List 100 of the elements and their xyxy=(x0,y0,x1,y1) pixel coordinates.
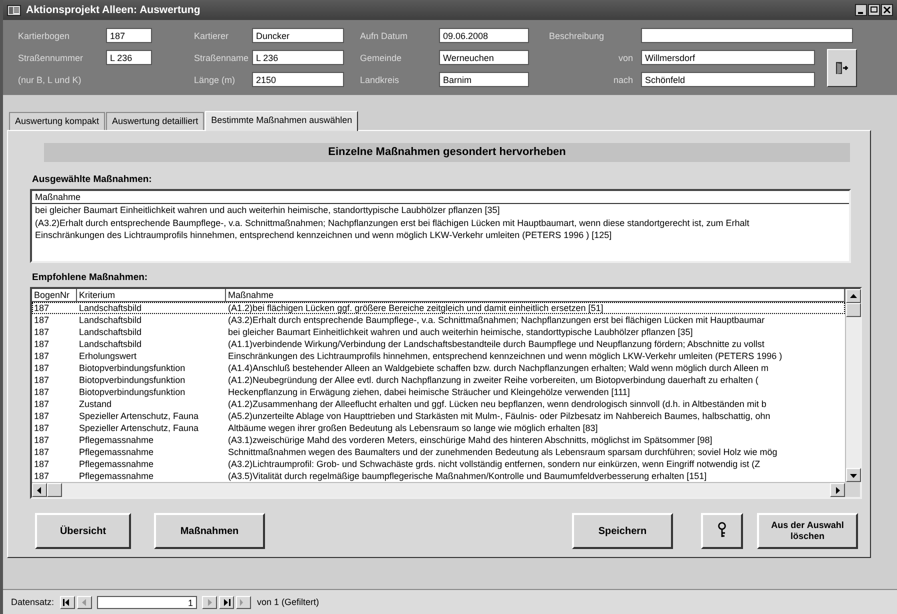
tab[interactable]: Bestimmte Maßnahmen auswählen xyxy=(205,111,358,131)
help-button[interactable] xyxy=(701,513,743,549)
table-row[interactable]: 187 Landschaftsbild (A1.1)verbindende Wirkung/Verbindung der Landschaftsbestandteile durch Baumpflege und Neupflanzung fördern; Abschnitte zu vollst xyxy=(32,338,845,350)
action-button[interactable]: Speichern xyxy=(572,513,673,549)
table-cell-text: 187 xyxy=(33,338,50,350)
table-row[interactable]: 187 Landschaftsbild bei gleicher Baumart Einheitlichkeit wahren und auch weiterhin heimische, standorttypische Laubhölzer pflanzen [35] xyxy=(32,326,845,338)
table-cell-text: (A3.5)Vitalität durch regelmäßige baumpflegerische Maßnahmen/Kontrolle und Baumumfeldverbesserung erhalten [151] xyxy=(227,470,708,482)
table-cell-text: (A5.2)unzerteilte Ablage von Haupttrieben und Starkästen mit Mulm-, Fäulnis- oder Pilzbesatz im Nahbereich Baumes, halbschattig, ohn xyxy=(227,410,772,422)
record-label: Datensatz: xyxy=(11,597,54,607)
field-hint: (nur B, L und K) xyxy=(18,74,82,84)
scroll-up-button[interactable] xyxy=(846,289,861,303)
text-field[interactable]: L 236 xyxy=(106,50,152,65)
table-cell-text: 187 xyxy=(33,470,50,482)
list-item[interactable]: bei gleicher Baumart Einheitlichkeit wahren und auch weiterhin heimische, standorttypische Laubhölzer pflanzen [35] xyxy=(32,204,849,216)
last-record-button[interactable] xyxy=(219,596,234,608)
column-header[interactable]: Maßnahme xyxy=(226,289,845,302)
table-row[interactable]: 187 Landschaftsbild (A1.2)bei flächigen Lücken ggf. größere Bereiche zeitgleich und damit einheitlich ersetzen [51] xyxy=(32,302,845,314)
table-cell-text: (A3.2)Lichtraumprofil: Grob- und Schwachäste grds. nicht vollständig entfernen, sondern nur einkürzen, wenn Eingriff notwendig ist (Z xyxy=(227,458,762,470)
text-field[interactable]: 2150 xyxy=(252,72,344,87)
table-row[interactable]: 187 Pflegemassnahme (A3.2)Lichtraumprofil: Grob- und Schwachäste grds. nicht vollständig entfernen, sondern nur einkürzen, wenn Eingriff notwendig ist (Z xyxy=(32,458,845,470)
close-icon xyxy=(881,4,893,16)
table-row[interactable]: 187 Spezieller Artenschutz, Fauna (A5.2)unzerteilte Ablage von Haupttrieben und Starkästen mit Mulm-, Fäulnis- oder Pilzbesatz im Nahbereich Baumes, halbschattig, ohn xyxy=(32,410,845,422)
scroll-right-button[interactable] xyxy=(830,483,845,497)
text-field[interactable] xyxy=(641,28,853,43)
table-cell-text: Biotopverbindungsfunktion xyxy=(78,374,186,386)
table-row[interactable]: 187 Biotopverbindungsfunktion Heckenpflanzung in Erwägung ziehen, dabei heimische Sträucher und Kleingehölze verwenden [111] xyxy=(32,386,845,398)
page-heading: Einzelne Maßnahmen gesondert hervorheben xyxy=(44,143,850,162)
list-box[interactable] xyxy=(30,189,851,263)
column-header: Maßnahme xyxy=(32,191,849,204)
table-cell-text: Zustand xyxy=(78,398,113,410)
table-cell-text: Einschränkungen des Lichtraumprofils hinnehmen, entsprechend kennzeichnen und wenn möglich LKW-Verkehr umleiten (PETERS 1996 ) xyxy=(227,350,784,362)
previous-record-button[interactable] xyxy=(77,596,92,608)
table-cell-text: Spezieller Artenschutz, Fauna xyxy=(78,422,200,434)
table-cell-text: Erholungswert xyxy=(78,350,138,362)
horizontal-scrollbar[interactable] xyxy=(32,482,845,497)
table-cell-text: Biotopverbindungsfunktion xyxy=(78,386,186,398)
scroll-left-button[interactable] xyxy=(32,483,47,497)
table-row[interactable]: 187 Spezieller Artenschutz, Fauna Altbäume wegen ihrer großen Bedeutung als Lebensraum so lange wie möglich erhalten [83] xyxy=(32,422,845,434)
scrollbar-corner xyxy=(845,482,860,497)
text-field[interactable]: Duncker xyxy=(252,28,344,43)
table-cell-text: 187 xyxy=(33,434,50,446)
table-row[interactable]: 187 Pflegemassnahme (A3.1)zweischürige Mahd des vorderen Meters, einschürige Mahd des hinteren Abschnitts, möglichst im Spätsommer [98] xyxy=(32,434,845,446)
field-label: Straßenname xyxy=(194,52,250,62)
arrow-icon xyxy=(834,486,841,494)
list-item[interactable]: (A3.2)Erhalt durch entsprechende Baumpflege-, v.a. Schnittmaßnahmen; Nachpflanzungen erst bei flächigen Lücken mit Hauptbaumart, wenn diese standortgerecht ist, zum Erhalt xyxy=(32,216,849,229)
table-cell-text: 187 xyxy=(33,302,50,314)
exit-button[interactable] xyxy=(827,49,857,87)
tab[interactable]: Auswertung detailliert xyxy=(106,112,204,130)
arrow-icon xyxy=(850,292,857,300)
table-cell-text: Biotopverbindungsfunktion xyxy=(78,362,186,374)
scroll-down-button[interactable] xyxy=(846,468,861,482)
table-cell-text: (A1.1)verbindende Wirkung/Verbindung der Landschaftsbestandteile durch Baumpflege und Neupflanzung fördern; Abschnitte zu vollst xyxy=(227,338,766,350)
table-cell-text: Landschaftsbild xyxy=(78,314,143,326)
minimize-icon xyxy=(855,4,867,16)
field-label: nach xyxy=(612,74,634,84)
table-cell-text: (A1.2)bei flächigen Lücken ggf. größere Bereiche zeitgleich und damit einheitlich ersetzen [51] xyxy=(227,302,604,314)
record-count: von 1 (Gefiltert) xyxy=(257,597,320,607)
new-record-button[interactable] xyxy=(236,596,252,608)
text-field[interactable]: Willmersdorf xyxy=(641,50,815,65)
text-field[interactable]: Werneuchen xyxy=(439,50,529,65)
list-item[interactable]: Einschränkungen des Lichtraumprofils hinnehmen, entsprechend kennzeichnen und wenn möglich LKW-Verkehr umleiten (PETERS 1996 ) [125] xyxy=(32,229,849,242)
key-icon xyxy=(717,522,727,538)
text-field[interactable]: Schönfeld xyxy=(641,72,815,87)
text-field[interactable]: 187 xyxy=(106,28,152,43)
scroll-thumb[interactable] xyxy=(47,483,62,497)
action-button[interactable]: Übersicht xyxy=(35,513,131,549)
action-button[interactable]: Aus der Auswahl löschen xyxy=(757,513,858,549)
column-header[interactable]: BogenNr xyxy=(32,289,77,302)
record-field[interactable]: 1 xyxy=(97,596,198,608)
text-field[interactable]: 09.06.2008 xyxy=(439,28,529,43)
table-row[interactable]: 187 Pflegemassnahme (A3.5)Vitalität durch regelmäßige baumpflegerische Maßnahmen/Kontrolle und Baumumfeldverbesserung erhalten [151] xyxy=(32,470,845,482)
vertical-scrollbar[interactable] xyxy=(845,289,860,482)
table-cell-text: Pflegemassnahme xyxy=(78,434,155,446)
table-row[interactable]: 187 Zustand (A1.2)Zusammenhang der Alleeflucht erhalten und ggf. Lücken neu bepflanzen, wenn dendrologisch sinnvoll (d.h. in Altbeständen mit b xyxy=(32,398,845,410)
scroll-thumb[interactable] xyxy=(846,303,861,317)
table-cell-text: Altbäume wegen ihrer großen Bedeutung als Lebensraum so lange wie möglich erhalten [83] xyxy=(227,422,599,434)
table-cell-text: 187 xyxy=(33,374,50,386)
next-record-button[interactable] xyxy=(202,596,218,608)
action-button[interactable]: Maßnahmen xyxy=(154,513,265,549)
table-cell-text: 187 xyxy=(33,422,50,434)
table-row[interactable]: 187 Landschaftsbild (A3.2)Erhalt durch entsprechende Baumpflege-, v.a. Schnittmaßnahmen; Nachpflanzungen erst bei flächigen Lücken mit Hauptbaumar xyxy=(32,314,845,326)
table-row[interactable]: 187 Pflegemassnahme Schnittmaßnahmen wegen des Baumalters und der zunehmenden Bedeutung als Lebensraum sparsam durchführen; soviel Holz wie mög xyxy=(32,446,845,458)
app-icon xyxy=(7,4,21,16)
text-field[interactable]: L 236 xyxy=(252,50,344,65)
table-cell-text: Heckenpflanzung in Erwägung ziehen, dabei heimische Sträucher und Kleingehölze verwenden [111] xyxy=(227,386,631,398)
field-label: Länge (m) xyxy=(194,74,236,84)
table-cell-text: Spezieller Artenschutz, Fauna xyxy=(78,410,200,422)
section-heading: Empfohlene Maßnahmen: xyxy=(32,272,149,284)
table-row[interactable]: 187 Biotopverbindungsfunktion (A1.2)Neubegründung der Allee evtl. durch Nachpflanzung in zweiter Reihe vorbereiten, um Biotopverbindung dauerhaft zu erhalten ( xyxy=(32,374,845,386)
tab[interactable]: Auswertung kompakt xyxy=(9,112,106,130)
column-header[interactable]: Kriterium xyxy=(77,289,226,302)
table-row[interactable]: 187 Biotopverbindungsfunktion (A1.4)Anschluß bestehender Alleen an Waldgebiete schaffen bzw. durch Nachpflanzungen erhalten; Wald wenn möglich durch Alleen m xyxy=(32,362,845,374)
door-icon xyxy=(835,61,849,75)
table-cell-text: (A3.2)Erhalt durch entsprechende Baumpflege-, v.a. Schnittmaßnahmen; Nachpflanzungen erst bei flächigen Lücken mit Hauptbaumar xyxy=(227,314,766,326)
table-cell-text: (A1.2)Zusammenhang der Alleeflucht erhalten und ggf. Lücken neu bepflanzen, wenn dendrologisch sinnvoll (d.h. in Altbeständen mit b xyxy=(227,398,768,410)
field-label: Kartierer xyxy=(194,30,230,40)
text-field[interactable]: Barnim xyxy=(439,72,529,87)
first-record-button[interactable] xyxy=(60,596,76,608)
table-row[interactable]: 187 Erholungswert Einschränkungen des Lichtraumprofils hinnehmen, entsprechend kennzeichnen und wenn möglich LKW-Verkehr umleiten (PETERS 1996 ) xyxy=(32,350,845,362)
data-grid[interactable] xyxy=(30,287,862,499)
